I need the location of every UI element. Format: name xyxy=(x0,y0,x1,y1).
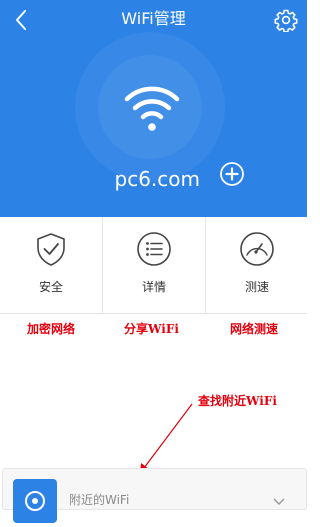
chevron-down-icon xyxy=(273,491,285,505)
annotation-find-nearby-wifi: 查找附近WiFi xyxy=(198,394,277,408)
speedometer-icon xyxy=(239,231,275,267)
details-button[interactable]: 详情 xyxy=(103,217,205,313)
add-network-button[interactable] xyxy=(220,162,244,186)
plus-circle-icon xyxy=(220,162,244,186)
security-button[interactable]: 安全 xyxy=(0,217,102,313)
action-bar: 安全 详情 测速 xyxy=(0,217,307,314)
settings-button[interactable] xyxy=(274,8,298,33)
shield-check-icon xyxy=(33,231,69,267)
wifi-scan-icon xyxy=(13,479,57,523)
page-title: WiFi管理 xyxy=(121,9,186,28)
connected-network-name: pc6.com xyxy=(114,167,201,191)
speed-test-label: 测速 xyxy=(244,280,269,294)
security-label: 安全 xyxy=(38,280,63,294)
app-header: WiFi管理 pc6.com xyxy=(0,0,307,217)
annotation-share-wifi: 分享WiFi xyxy=(124,322,179,336)
annotation-speed-test: 网络测速 xyxy=(230,322,279,336)
annotation-encrypted-network: 加密网络 xyxy=(27,322,76,336)
gear-icon xyxy=(274,9,298,33)
nearby-wifi-item[interactable]: 附近的WiFi xyxy=(2,468,307,523)
wifi-icon xyxy=(122,82,182,134)
details-label: 详情 xyxy=(141,280,166,294)
list-icon xyxy=(136,231,172,267)
speed-test-button[interactable]: 测速 xyxy=(206,217,308,313)
